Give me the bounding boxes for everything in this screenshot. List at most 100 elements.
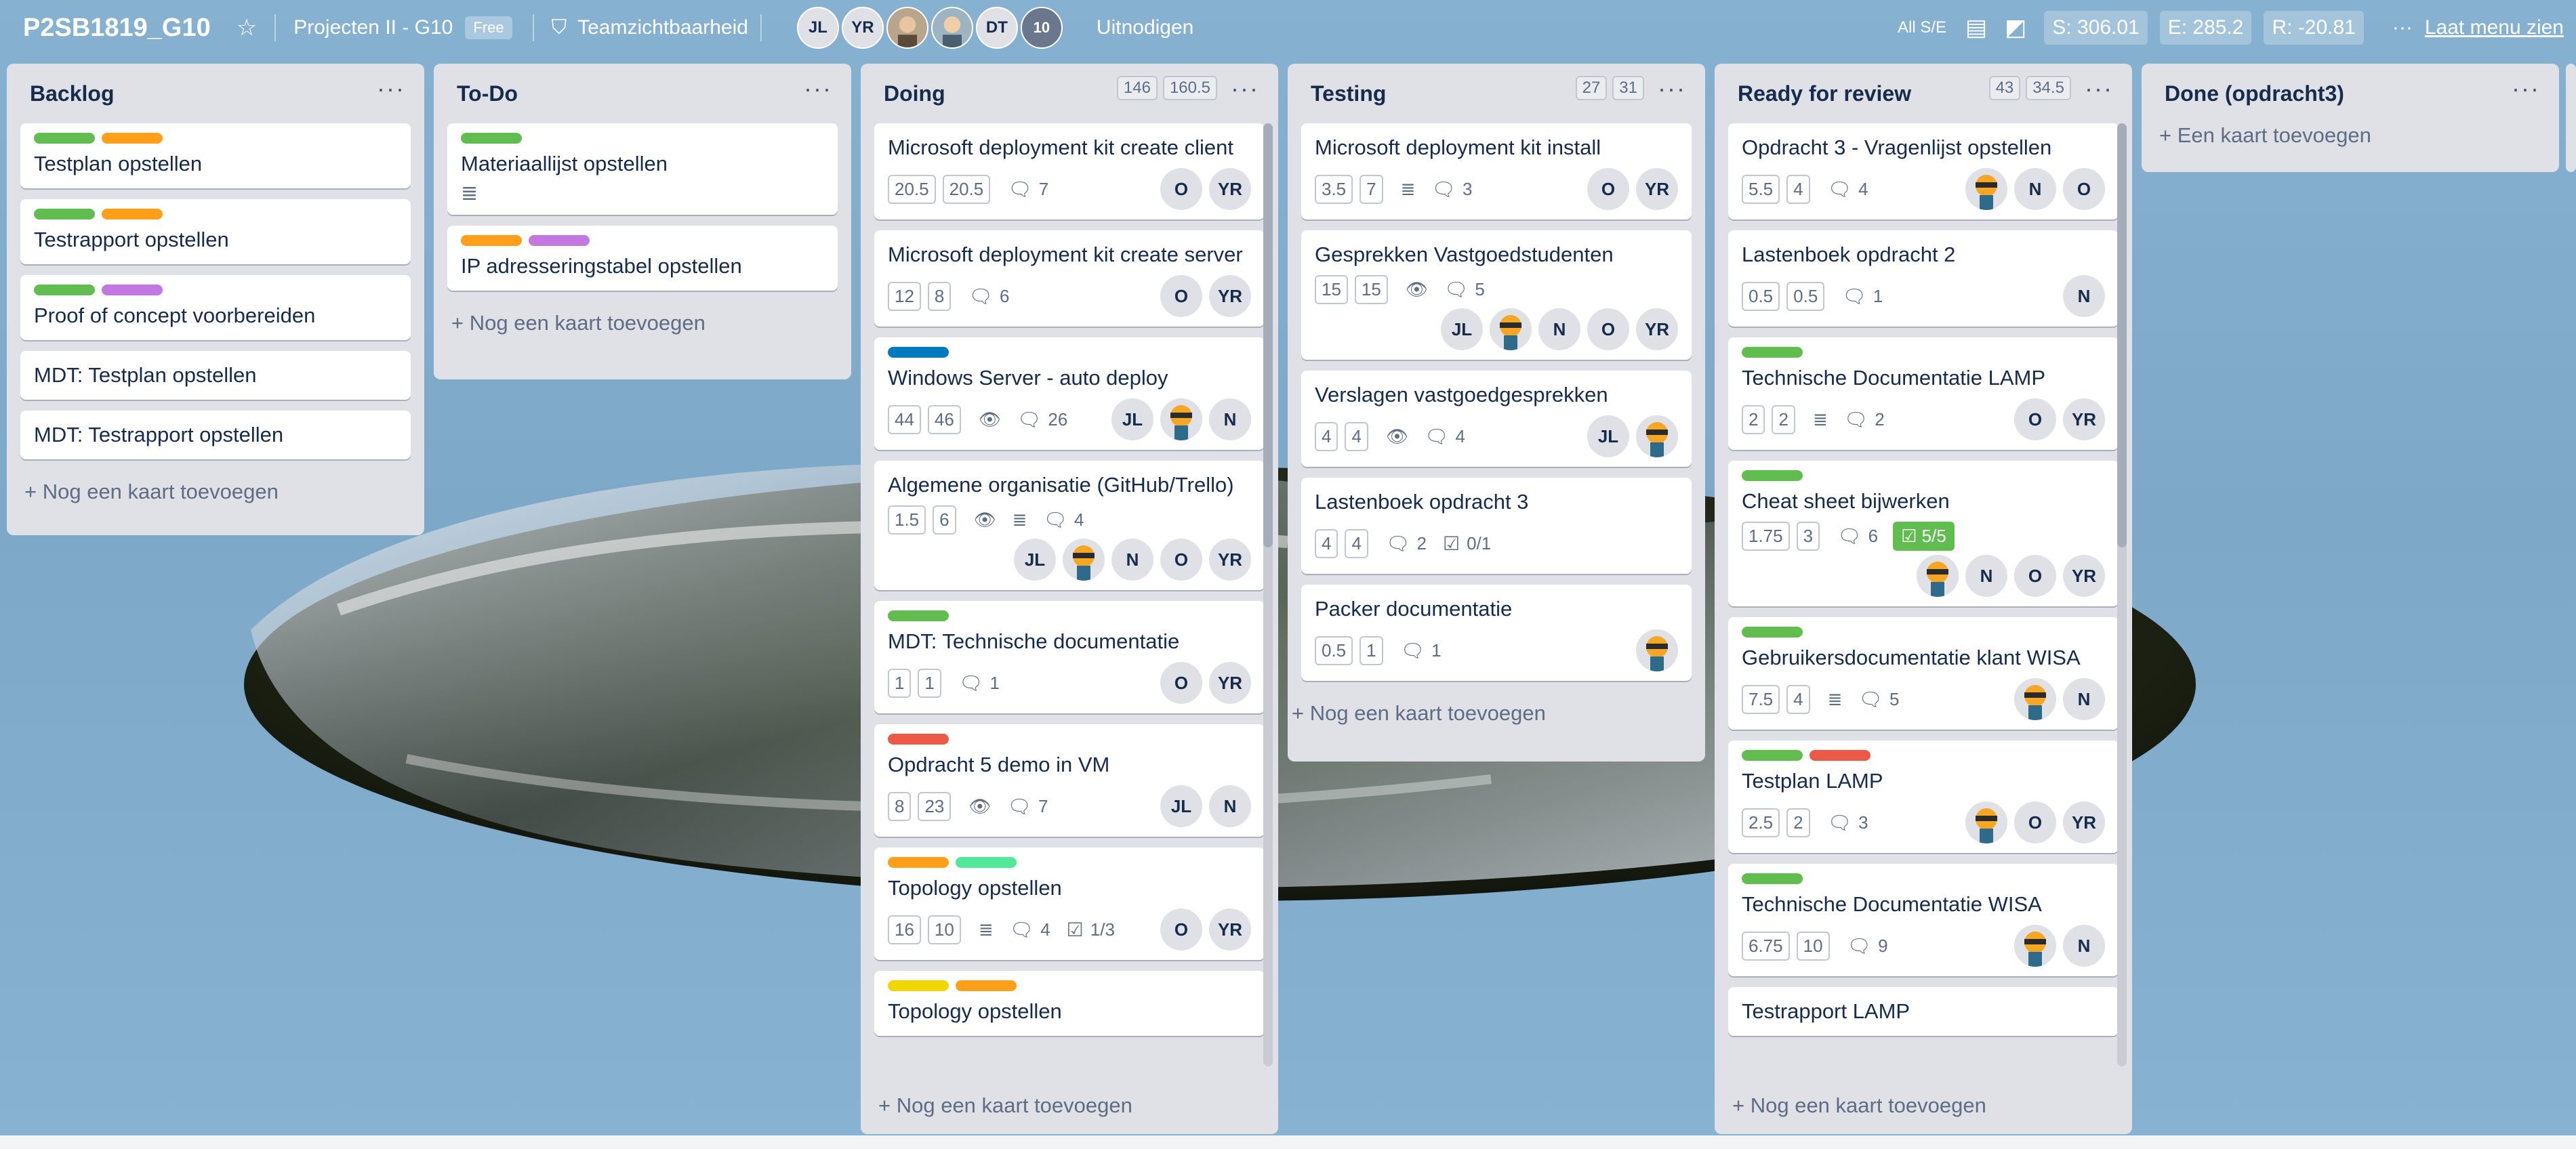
member-avatar[interactable]: YR — [2063, 398, 2105, 440]
card[interactable]: Testplan opstellen — [20, 123, 411, 188]
label-green[interactable] — [1742, 750, 1803, 761]
label-green[interactable] — [1742, 627, 1803, 638]
member-avatar[interactable]: O — [1587, 308, 1629, 350]
card-scroll-area[interactable]: Microsoft deployment kit create client 2… — [861, 123, 1278, 1077]
card[interactable]: Lastenboek opdracht 3 4 4 🗨 2 ☑ 0/1 — [1301, 478, 1692, 574]
card[interactable]: Proof of concept voorbereiden — [20, 275, 411, 340]
member-count-badge[interactable]: 10 — [1020, 7, 1063, 49]
list-title[interactable]: To-Do — [457, 81, 518, 106]
ninja-avatar-icon[interactable] — [2014, 925, 2056, 967]
card[interactable]: Windows Server - auto deploy 44 46 👁 🗨 26… — [874, 337, 1265, 450]
label-green[interactable] — [1742, 347, 1803, 358]
member-avatar[interactable]: YR — [1209, 539, 1251, 581]
member-avatar[interactable]: O — [2063, 168, 2105, 210]
member-photo-avatar[interactable] — [931, 7, 973, 49]
member-avatar[interactable]: YR — [1209, 168, 1251, 210]
label-red[interactable] — [1810, 750, 1870, 761]
card[interactable]: Packer documentatie 0.5 1 🗨 1 — [1301, 585, 1692, 681]
label-orange[interactable] — [956, 980, 1017, 991]
member-avatar[interactable]: N — [1209, 398, 1251, 440]
ninja-avatar-icon[interactable] — [1160, 398, 1202, 440]
card[interactable]: Topology opstellen 16 10 ≣ 🗨 4 ☑ 1/3 O YR — [874, 848, 1265, 960]
card[interactable]: MDT: Technische documentatie 1 1 🗨 1 O YR — [874, 601, 1265, 713]
card[interactable]: Testrapport LAMP — [1728, 987, 2119, 1036]
member-avatar[interactable]: YR — [2063, 801, 2105, 843]
label-orange[interactable] — [102, 209, 163, 220]
team-visibility-icon[interactable]: ⛉ — [552, 16, 567, 39]
label-yellow[interactable] — [888, 980, 949, 991]
member-avatar[interactable]: N — [2063, 275, 2105, 317]
label-purple[interactable] — [102, 285, 163, 295]
add-card-button[interactable]: + Nog een kaart toevoegen — [861, 1077, 1278, 1134]
team-name[interactable]: Projecten II - G10 — [293, 16, 453, 39]
list-scrollbar[interactable] — [1263, 123, 1273, 1066]
list-menu-icon[interactable]: ··· — [377, 75, 405, 103]
member-avatar[interactable]: O — [1160, 908, 1202, 950]
member-avatar[interactable]: YR — [1209, 275, 1251, 317]
list-menu-icon[interactable]: ··· — [1231, 75, 1259, 103]
label-green[interactable] — [888, 610, 949, 621]
visibility-button[interactable]: Teamzichtbaarheid — [577, 16, 748, 39]
ninja-avatar-icon[interactable] — [1636, 629, 1678, 671]
label-purple[interactable] — [529, 235, 590, 246]
card[interactable]: Microsoft deployment kit install 3.5 7 ≣… — [1301, 123, 1692, 220]
list-title[interactable]: Ready for review — [1738, 81, 1911, 106]
card[interactable]: Cheat sheet bijwerken 1.75 3 🗨 6 ☑ 5/5 N … — [1728, 461, 2119, 606]
card[interactable]: Opdracht 3 - Vragenlijst opstellen 5.5 4… — [1728, 123, 2119, 220]
ninja-avatar-icon[interactable] — [1965, 801, 2007, 843]
member-avatar[interactable]: O — [1160, 168, 1202, 210]
card[interactable]: Technische Documentatie WISA 6.75 10 🗨 9 … — [1728, 864, 2119, 976]
member-avatar[interactable]: N — [2063, 925, 2105, 967]
label-lime[interactable] — [956, 857, 1017, 868]
member-avatar[interactable]: O — [1160, 539, 1202, 581]
show-menu-button[interactable]: Laat menu zien — [2425, 16, 2564, 39]
member-avatar[interactable]: N — [2063, 678, 2105, 720]
card[interactable]: Topology opstellen — [874, 971, 1265, 1036]
card[interactable]: Microsoft deployment kit create client 2… — [874, 123, 1265, 220]
card[interactable]: Microsoft deployment kit create server 1… — [874, 230, 1265, 327]
card[interactable]: Testrapport opstellen — [20, 199, 411, 264]
label-red[interactable] — [888, 734, 949, 745]
list-menu-icon[interactable]: ··· — [2512, 75, 2540, 103]
list-title[interactable]: Testing — [1311, 81, 1386, 106]
label-orange[interactable] — [102, 133, 163, 144]
card[interactable]: Materiaallijst opstellen ≣ — [447, 123, 838, 215]
member-photo-avatar[interactable] — [886, 7, 928, 49]
member-avatar[interactable]: N — [1965, 555, 2007, 597]
card[interactable]: Technische Documentatie LAMP 2 2 ≣ 🗨 2 OY… — [1728, 337, 2119, 450]
invite-button[interactable]: Uitnodigen — [1097, 16, 1193, 39]
member-avatar[interactable]: YR — [1636, 308, 1678, 350]
member-avatar[interactable]: N — [1209, 785, 1251, 827]
filter-toggle[interactable]: All S/E — [1898, 18, 1946, 37]
add-card-button[interactable]: + Een kaart toevoegen — [2142, 123, 2559, 167]
add-card-button[interactable]: + Nog een kaart toevoegen — [434, 301, 851, 354]
ninja-avatar-icon[interactable] — [1490, 308, 1532, 350]
member-avatar[interactable]: YR — [841, 7, 884, 49]
add-card-button[interactable]: + Nog een kaart toevoegen — [1288, 692, 1705, 745]
ninja-avatar-icon[interactable] — [2014, 678, 2056, 720]
list-title[interactable]: Doing — [884, 81, 945, 106]
label-orange[interactable] — [461, 235, 522, 246]
ninja-avatar-icon[interactable] — [1063, 539, 1105, 581]
member-avatar[interactable]: O — [1160, 275, 1202, 317]
card[interactable]: Gesprekken Vastgoedstudenten 15 15 👁 🗨 5 … — [1301, 230, 1692, 360]
ninja-avatar-icon[interactable] — [1917, 555, 1959, 597]
card[interactable]: Gebruikersdocumentatie klant WISA 7.5 4 … — [1728, 617, 2119, 730]
card[interactable]: Opdracht 5 demo in VM 8 23 👁 🗨 7 JL N — [874, 724, 1265, 837]
member-avatar[interactable]: JL — [1441, 308, 1483, 350]
list-menu-icon[interactable]: ··· — [1658, 75, 1686, 103]
label-green[interactable] — [1742, 873, 1803, 884]
card[interactable]: Testplan LAMP 2.5 2 🗨 3 O YR — [1728, 740, 2119, 853]
card[interactable]: Algemene organisatie (GitHub/Trello) 1.5… — [874, 461, 1265, 590]
label-green[interactable] — [34, 209, 95, 220]
label-green[interactable] — [461, 133, 522, 144]
member-avatar[interactable]: O — [2014, 555, 2056, 597]
card[interactable]: Lastenboek opdracht 2 0.5 0.5 🗨 1 N — [1728, 230, 2119, 327]
star-icon[interactable]: ☆ — [237, 14, 257, 41]
member-avatar[interactable]: O — [2014, 801, 2056, 843]
card[interactable]: MDT: Testplan opstellen — [20, 351, 411, 400]
member-avatar[interactable]: JL — [1014, 539, 1056, 581]
member-avatar[interactable]: YR — [1209, 662, 1251, 704]
member-avatar[interactable]: YR — [1636, 168, 1678, 210]
ninja-avatar-icon[interactable] — [1636, 415, 1678, 457]
